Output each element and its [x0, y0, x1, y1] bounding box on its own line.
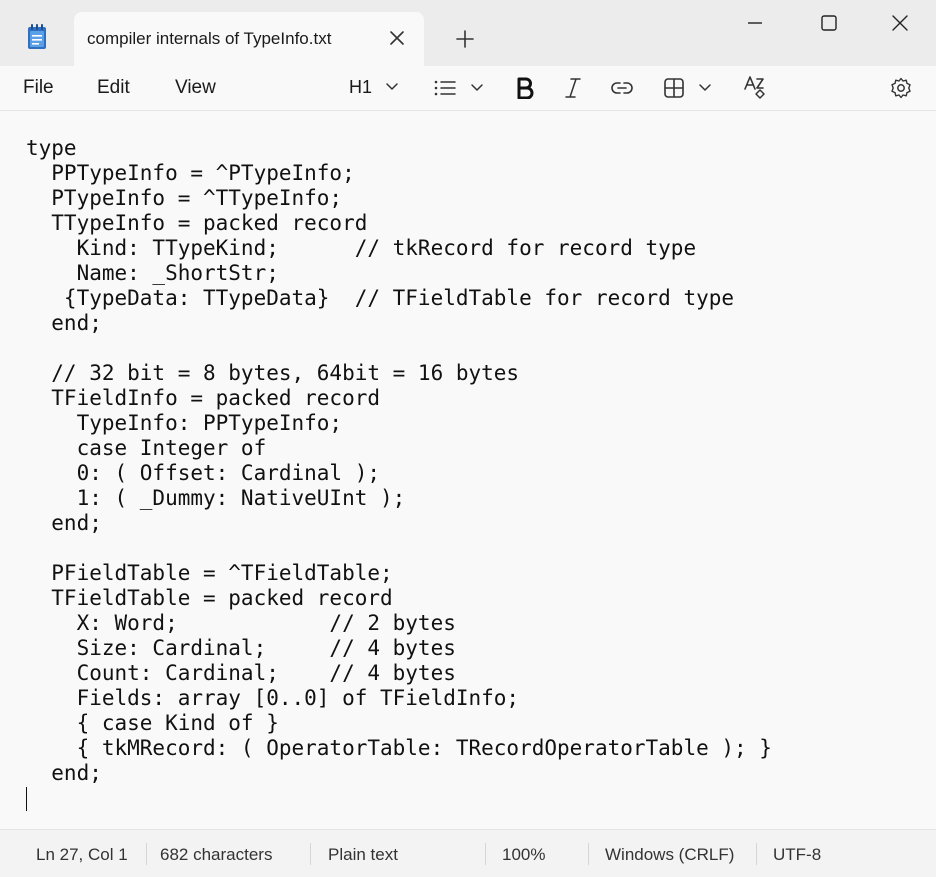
status-divider: [146, 843, 147, 865]
maximize-icon[interactable]: [818, 12, 840, 34]
heading-label: H1: [349, 77, 373, 97]
menu-edit[interactable]: Edit: [97, 77, 130, 99]
status-divider: [485, 843, 486, 865]
status-bar: Ln 27, Col 1 682 characters Plain text 1…: [0, 829, 936, 877]
link-icon[interactable]: [610, 77, 634, 99]
chevron-down-icon: [385, 82, 399, 92]
tab-document[interactable]: compiler internals of TypeInfo.txt: [74, 12, 424, 66]
title-bar: compiler internals of TypeInfo.txt: [0, 0, 936, 66]
bold-icon[interactable]: [515, 77, 535, 99]
menu-file[interactable]: File: [23, 77, 54, 99]
spellcheck-icon[interactable]: [743, 75, 767, 99]
text-editor[interactable]: type PPTypeInfo = ^PTypeInfo; PTypeInfo …: [0, 111, 936, 829]
menu-bar: File Edit View H1: [0, 66, 936, 111]
status-divider: [310, 843, 311, 865]
status-zoom[interactable]: 100%: [502, 845, 545, 865]
close-window-icon[interactable]: [889, 12, 911, 34]
text-caret: [26, 787, 27, 811]
status-divider: [756, 843, 757, 865]
table-icon[interactable]: [663, 77, 685, 99]
status-characters: 682 characters: [160, 845, 273, 864]
heading-dropdown[interactable]: H1: [349, 76, 405, 100]
document-text[interactable]: type PPTypeInfo = ^PTypeInfo; PTypeInfo …: [26, 136, 772, 786]
italic-icon[interactable]: [563, 77, 583, 99]
new-tab-plus-icon[interactable]: [454, 28, 476, 50]
status-format[interactable]: Plain text: [328, 845, 398, 865]
table-chevron-down-icon[interactable]: [698, 83, 712, 93]
list-icon[interactable]: [433, 77, 457, 99]
status-position: Ln 27, Col 1: [36, 845, 128, 864]
list-chevron-down-icon[interactable]: [470, 83, 484, 93]
notepad-app-icon: [27, 24, 47, 50]
tab-title: compiler internals of TypeInfo.txt: [87, 29, 332, 48]
tab-close-icon[interactable]: [387, 28, 407, 48]
status-divider: [588, 843, 589, 865]
notepad-window: compiler internals of TypeInfo.txt File …: [0, 0, 936, 877]
settings-icon[interactable]: [889, 76, 913, 100]
minimize-icon[interactable]: [744, 12, 766, 34]
status-encoding[interactable]: UTF-8: [773, 845, 821, 865]
status-line-ending[interactable]: Windows (CRLF): [605, 845, 734, 865]
menu-view[interactable]: View: [175, 77, 216, 99]
